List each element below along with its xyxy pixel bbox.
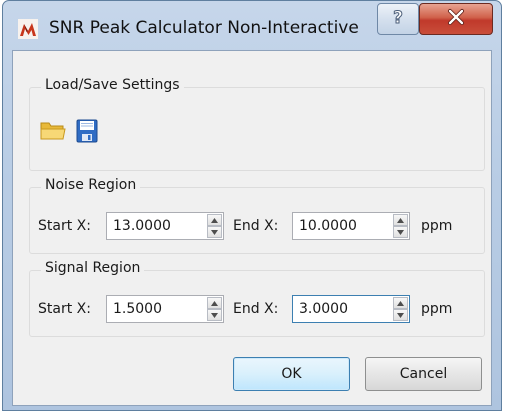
close-icon	[446, 8, 466, 30]
spin-up-button[interactable]	[207, 297, 222, 309]
signal-end-spinbox	[292, 295, 410, 323]
save-button[interactable]	[72, 118, 102, 148]
spin-up-button[interactable]	[393, 297, 408, 309]
triangle-up-icon	[211, 217, 218, 223]
noise-end-input[interactable]	[293, 213, 389, 239]
spin-down-button[interactable]	[393, 226, 408, 238]
window-title: SNR Peak Calculator Non-Interactive	[49, 18, 359, 38]
title-bar[interactable]: SNR Peak Calculator Non-Interactive ?	[3, 1, 501, 43]
triangle-up-icon	[211, 300, 218, 306]
triangle-up-icon	[397, 217, 404, 223]
spin-up-button[interactable]	[207, 214, 222, 226]
signal-start-spinbox	[106, 295, 224, 323]
noise-unit-label: ppm	[421, 218, 453, 234]
signal-start-input[interactable]	[107, 296, 203, 322]
dialog-window: SNR Peak Calculator Non-Interactive ? Lo…	[2, 0, 502, 411]
close-button[interactable]	[419, 3, 493, 35]
group-title: Noise Region	[41, 177, 141, 193]
cancel-button[interactable]: Cancel	[365, 357, 482, 391]
signal-end-label: End X:	[233, 301, 279, 317]
dialog-body: Load/Save Settings Noise Region Start X:…	[12, 50, 492, 406]
help-button[interactable]: ?	[377, 3, 419, 35]
floppy-disk-icon	[76, 119, 98, 147]
load-button[interactable]	[38, 118, 68, 148]
spin-down-button[interactable]	[207, 309, 222, 321]
svg-text:?: ?	[393, 8, 403, 27]
group-title: Load/Save Settings	[41, 77, 184, 93]
matlab-logo-icon	[18, 19, 38, 39]
triangle-down-icon	[397, 312, 404, 318]
triangle-down-icon	[397, 229, 404, 235]
signal-end-input[interactable]	[293, 296, 389, 322]
spin-down-button[interactable]	[393, 309, 408, 321]
signal-start-label: Start X:	[38, 301, 91, 317]
triangle-down-icon	[211, 312, 218, 318]
ok-button[interactable]: OK	[233, 357, 350, 391]
signal-region-group: Signal Region Start X: End X:	[29, 260, 485, 337]
help-icon: ?	[389, 7, 407, 31]
noise-end-spinbox	[292, 212, 410, 240]
spin-down-button[interactable]	[207, 226, 222, 238]
folder-open-icon	[40, 120, 66, 146]
noise-start-input[interactable]	[107, 213, 203, 239]
noise-start-label: Start X:	[38, 218, 91, 234]
noise-start-spinbox	[106, 212, 224, 240]
spin-up-button[interactable]	[393, 214, 408, 226]
noise-region-group: Noise Region Start X: End X:	[29, 177, 485, 254]
load-save-group: Load/Save Settings	[29, 77, 485, 171]
group-title: Signal Region	[41, 260, 145, 276]
triangle-up-icon	[397, 300, 404, 306]
triangle-down-icon	[211, 229, 218, 235]
signal-unit-label: ppm	[421, 301, 453, 317]
noise-end-label: End X:	[233, 218, 279, 234]
